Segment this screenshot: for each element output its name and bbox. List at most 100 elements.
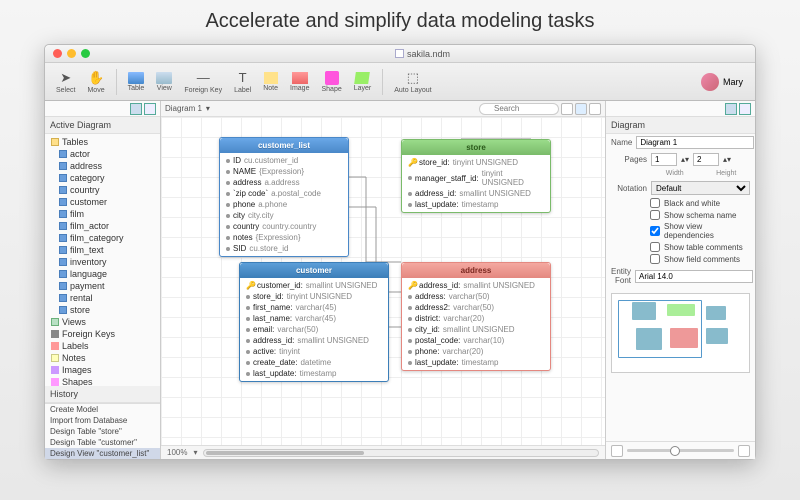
- layer-tool-button[interactable]: Layer: [349, 70, 377, 94]
- tree-table-item[interactable]: category: [45, 172, 160, 184]
- user-avatar[interactable]: [701, 73, 719, 91]
- tree-group-images[interactable]: Images: [45, 364, 160, 376]
- tree-table-item[interactable]: address: [45, 160, 160, 172]
- foreign-key-tool-button[interactable]: ―Foreign Key: [179, 68, 227, 96]
- view-mode-grid-button[interactable]: [575, 103, 587, 115]
- object-tree[interactable]: Tables actoraddresscategorycountrycustom…: [45, 134, 160, 386]
- zoom-dropdown-icon[interactable]: ▾: [193, 448, 197, 457]
- entity-field[interactable]: address_id: smallint UNSIGNED: [402, 188, 550, 199]
- tree-table-item[interactable]: language: [45, 268, 160, 280]
- option-tblcom-checkbox[interactable]: [650, 242, 660, 252]
- table-tool-button[interactable]: Table: [123, 70, 150, 94]
- view-tool-button[interactable]: View: [151, 70, 177, 94]
- notation-select[interactable]: Default: [651, 181, 750, 195]
- entity-field[interactable]: manager_staff_id: tinyint UNSIGNED: [402, 168, 550, 188]
- tree-table-item[interactable]: rental: [45, 292, 160, 304]
- tree-table-item[interactable]: store: [45, 304, 160, 316]
- tree-group-labels[interactable]: Labels: [45, 340, 160, 352]
- entity-field[interactable]: store_id: tinyint UNSIGNED: [240, 291, 388, 302]
- entity-header[interactable]: customer: [240, 263, 388, 278]
- view-mode-list-button[interactable]: [561, 103, 573, 115]
- entity-field[interactable]: create_date: datetime: [240, 357, 388, 368]
- history-item[interactable]: Design Table "customer": [45, 437, 160, 448]
- view-mode-detail-button[interactable]: [589, 103, 601, 115]
- history-item[interactable]: Import from Database: [45, 415, 160, 426]
- zoom-window-button[interactable]: [81, 49, 90, 58]
- tree-group-shapes[interactable]: Shapes: [45, 376, 160, 386]
- option-viewdep-checkbox[interactable]: [650, 226, 660, 236]
- pages-width-input[interactable]: [651, 153, 677, 166]
- entity-field[interactable]: last_update: timestamp: [240, 368, 388, 379]
- entity-field[interactable]: postal_code: varchar(10): [402, 335, 550, 346]
- tree-group-notes[interactable]: Notes: [45, 352, 160, 364]
- tree-table-item[interactable]: customer: [45, 196, 160, 208]
- entity-field[interactable]: last_update: timestamp: [402, 199, 550, 210]
- stepper-icon[interactable]: ▴▾: [723, 155, 731, 164]
- entity-field[interactable]: district: varchar(20): [402, 313, 550, 324]
- zoom-level[interactable]: 100%: [167, 448, 187, 457]
- entity-field[interactable]: address a.address: [220, 177, 348, 188]
- entity-field[interactable]: city city.city: [220, 210, 348, 221]
- pages-height-input[interactable]: [693, 153, 719, 166]
- entity-font-input[interactable]: [635, 270, 753, 283]
- zoom-actual-button[interactable]: [738, 445, 750, 457]
- entity-field[interactable]: active: tinyint: [240, 346, 388, 357]
- zoom-slider[interactable]: [627, 449, 734, 452]
- zoom-fit-button[interactable]: [611, 445, 623, 457]
- tree-table-item[interactable]: film_actor: [45, 220, 160, 232]
- entity-field[interactable]: 🔑customer_id: smallint UNSIGNED: [240, 280, 388, 291]
- move-tool-button[interactable]: ✋Move: [82, 68, 109, 96]
- entity-field[interactable]: email: varchar(50): [240, 324, 388, 335]
- tree-table-item[interactable]: country: [45, 184, 160, 196]
- history-item[interactable]: Design View "customer_list": [45, 448, 160, 459]
- entity-field[interactable]: notes {Expression}: [220, 232, 348, 243]
- canvas[interactable]: customer_list ID cu.customer_idNAME {Exp…: [161, 117, 605, 445]
- entity-field[interactable]: address2: varchar(50): [402, 302, 550, 313]
- image-tool-button[interactable]: Image: [285, 70, 314, 94]
- history-item[interactable]: Design Table "store": [45, 426, 160, 437]
- option-schema-checkbox[interactable]: [650, 210, 660, 220]
- close-window-button[interactable]: [53, 49, 62, 58]
- entity-field[interactable]: address: varchar(50): [402, 291, 550, 302]
- select-tool-button[interactable]: ➤Select: [51, 68, 80, 96]
- panel-tab-model-icon[interactable]: [144, 103, 156, 115]
- entity-field[interactable]: address_id: smallint UNSIGNED: [240, 335, 388, 346]
- stepper-icon[interactable]: ▴▾: [681, 155, 689, 164]
- entity-store[interactable]: store 🔑store_id: tinyint UNSIGNEDmanager…: [401, 139, 551, 213]
- entity-address[interactable]: address 🔑address_id: smallint UNSIGNEDad…: [401, 262, 551, 371]
- entity-field[interactable]: ID cu.customer_id: [220, 155, 348, 166]
- history-item[interactable]: Create Model: [45, 404, 160, 415]
- entity-field[interactable]: 🔑store_id: tinyint UNSIGNED: [402, 157, 550, 168]
- tree-table-item[interactable]: payment: [45, 280, 160, 292]
- entity-field[interactable]: first_name: varchar(45): [240, 302, 388, 313]
- minimap[interactable]: [611, 293, 750, 373]
- inspector-tab-object-icon[interactable]: [739, 103, 751, 115]
- entity-field[interactable]: 🔑address_id: smallint UNSIGNED: [402, 280, 550, 291]
- entity-header[interactable]: store: [402, 140, 550, 155]
- minimize-window-button[interactable]: [67, 49, 76, 58]
- entity-field[interactable]: NAME {Expression}: [220, 166, 348, 177]
- tab-dropdown-icon[interactable]: ▾: [206, 104, 210, 113]
- tree-group-tables[interactable]: Tables: [45, 136, 160, 148]
- entity-field[interactable]: country country.country: [220, 221, 348, 232]
- entity-customer-list[interactable]: customer_list ID cu.customer_idNAME {Exp…: [219, 137, 349, 257]
- entity-header[interactable]: address: [402, 263, 550, 278]
- panel-tab-objects-icon[interactable]: [130, 103, 142, 115]
- tree-table-item[interactable]: film_text: [45, 244, 160, 256]
- entity-field[interactable]: last_name: varchar(45): [240, 313, 388, 324]
- diagram-name-input[interactable]: [636, 136, 754, 149]
- tree-table-item[interactable]: film_category: [45, 232, 160, 244]
- entity-header[interactable]: customer_list: [220, 138, 348, 153]
- shape-tool-button[interactable]: Shape: [316, 69, 346, 95]
- entity-field[interactable]: SID cu.store_id: [220, 243, 348, 254]
- entity-field[interactable]: phone a.phone: [220, 199, 348, 210]
- tree-table-item[interactable]: inventory: [45, 256, 160, 268]
- tree-group-foreign-keys[interactable]: Foreign Keys: [45, 328, 160, 340]
- entity-field[interactable]: phone: varchar(20): [402, 346, 550, 357]
- entity-field[interactable]: `zip code` a.postal_code: [220, 188, 348, 199]
- option-fldcom-checkbox[interactable]: [650, 254, 660, 264]
- tree-table-item[interactable]: film: [45, 208, 160, 220]
- diagram-tab[interactable]: Diagram 1: [165, 104, 202, 113]
- horizontal-scrollbar[interactable]: [203, 449, 599, 457]
- entity-customer[interactable]: customer 🔑customer_id: smallint UNSIGNED…: [239, 262, 389, 382]
